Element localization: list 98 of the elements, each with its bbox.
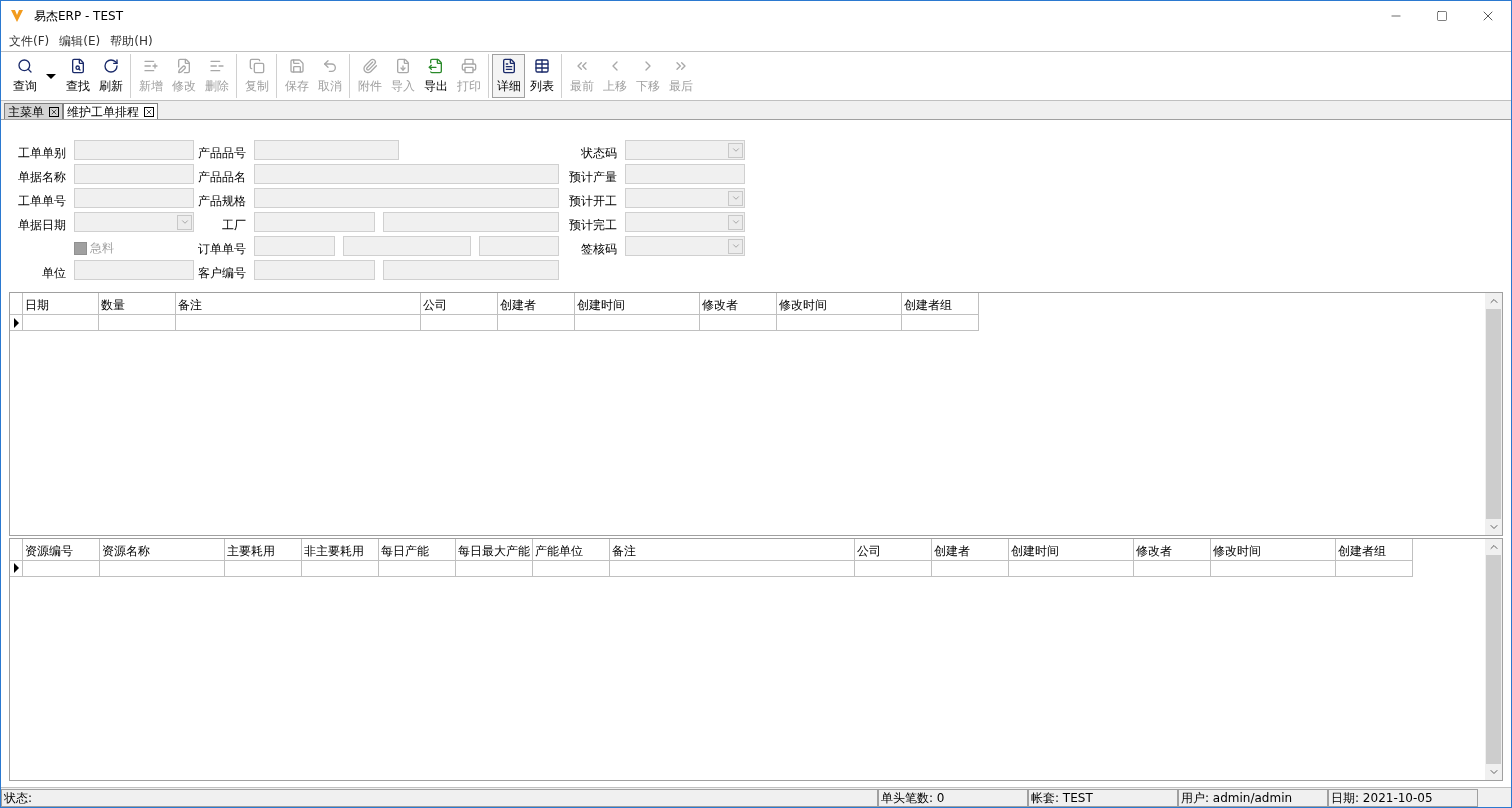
field-label: 订单单号 — [197, 241, 247, 258]
column-header[interactable]: 每日产能 — [379, 538, 456, 561]
column-header[interactable]: 创建时间 — [575, 293, 700, 315]
window-title: 易杰ERP - TEST — [34, 8, 123, 25]
document-icon — [500, 57, 517, 74]
column-header[interactable]: 备注 — [176, 293, 421, 315]
field-label: 产品规格 — [197, 193, 247, 210]
logo-icon — [10, 9, 24, 23]
input-field[interactable] — [74, 164, 194, 184]
toolbar-button[interactable]: 导出 — [419, 54, 452, 98]
toolbar-button[interactable]: 查询 — [8, 54, 41, 98]
caret-icon[interactable] — [46, 73, 56, 79]
field-label: 客户编号 — [197, 265, 247, 282]
column-header[interactable]: 修改时间 — [777, 293, 902, 315]
refresh-icon — [102, 57, 119, 74]
column-header[interactable]: 主要耗用 — [225, 538, 302, 561]
search-icon — [16, 57, 33, 74]
dropdown-field[interactable] — [74, 212, 194, 232]
field-label: 状态码 — [580, 145, 618, 162]
document-edit-icon — [175, 57, 192, 74]
column-header[interactable]: 数量 — [99, 293, 176, 315]
field-label: 工单单别 — [17, 145, 67, 162]
input-field[interactable] — [254, 164, 559, 184]
input-field[interactable] — [383, 212, 559, 232]
paperclip-icon — [361, 57, 378, 74]
status-field: 用户: admin/admin — [1178, 789, 1328, 807]
document-export-icon — [427, 57, 444, 74]
toolbar-button[interactable]: 查找 — [61, 54, 94, 98]
field-label: 预计产量 — [568, 169, 618, 186]
current-row-icon — [13, 317, 19, 328]
document-tab[interactable]: 主菜单 — [4, 103, 63, 119]
toolbar-button[interactable]: 详细 — [492, 54, 525, 98]
column-header[interactable]: 公司 — [421, 293, 498, 315]
field-label: 预计完工 — [568, 217, 618, 234]
column-header[interactable]: 备注 — [610, 538, 855, 561]
field-label: 单据日期 — [17, 217, 67, 234]
input-field[interactable] — [254, 188, 559, 208]
column-header[interactable]: 每日最大产能 — [456, 538, 533, 561]
close-tab-icon[interactable] — [49, 106, 59, 117]
status-field: 帐套: TEST — [1028, 789, 1178, 807]
document-search-icon — [69, 57, 86, 74]
input-field[interactable] — [343, 236, 471, 256]
checkbox-label: 急料 — [90, 240, 114, 257]
input-field[interactable] — [74, 140, 194, 160]
menu-item[interactable]: 帮助(H) — [106, 32, 157, 50]
document-tab[interactable]: 维护工单排程 — [63, 103, 158, 119]
input-field[interactable] — [74, 188, 194, 208]
vertical-scrollbar[interactable] — [1485, 293, 1502, 535]
maximize-icon — [1436, 10, 1448, 22]
status-field: 单头笔数: 0 — [878, 789, 1028, 807]
field-label: 单位 — [41, 265, 67, 282]
column-header[interactable]: 日期 — [23, 293, 99, 315]
field-label: 产品品名 — [197, 169, 247, 186]
menu-item[interactable]: 文件(F) — [5, 32, 54, 50]
table-icon — [533, 57, 550, 74]
column-header[interactable]: 创建者 — [498, 293, 575, 315]
column-header[interactable]: 资源名称 — [100, 538, 225, 561]
dropdown-field[interactable] — [625, 212, 745, 232]
field-label: 产品品号 — [197, 145, 247, 162]
column-header[interactable]: 创建者组 — [902, 293, 979, 315]
close-tab-icon[interactable] — [144, 106, 154, 117]
field-label: 预计开工 — [568, 193, 618, 210]
toolbar-button[interactable]: 刷新 — [94, 54, 127, 98]
input-field[interactable] — [254, 140, 399, 160]
input-field[interactable] — [625, 164, 745, 184]
printer-icon — [460, 57, 477, 74]
dropdown-field[interactable] — [625, 236, 745, 256]
input-field[interactable] — [254, 236, 335, 256]
column-header[interactable]: 资源编号 — [23, 538, 100, 561]
column-header[interactable]: 修改者 — [1134, 538, 1211, 561]
document-down-icon — [394, 57, 411, 74]
input-field[interactable] — [479, 236, 559, 256]
field-label: 签核码 — [580, 241, 618, 258]
column-header[interactable]: 产能单位 — [533, 538, 610, 561]
dropdown-field[interactable] — [625, 188, 745, 208]
column-header[interactable]: 修改时间 — [1211, 538, 1336, 561]
current-row-icon — [13, 563, 19, 573]
field-label: 单据名称 — [17, 169, 67, 186]
column-header[interactable]: 创建者组 — [1336, 538, 1413, 561]
input-field[interactable] — [383, 260, 559, 280]
status-field: 日期: 2021-10-05 — [1328, 789, 1478, 807]
input-field[interactable] — [254, 212, 375, 232]
toolbar-button[interactable]: 列表 — [525, 54, 558, 98]
menu-item[interactable]: 编辑(E) — [55, 32, 105, 50]
column-header[interactable]: 创建时间 — [1009, 538, 1134, 561]
input-field[interactable] — [254, 260, 375, 280]
field-label: 工厂 — [221, 217, 247, 234]
vertical-scrollbar[interactable] — [1485, 538, 1502, 780]
status-field: 状态: — [1, 789, 878, 807]
column-header[interactable]: 创建者 — [932, 538, 1009, 561]
field-label: 工单单号 — [17, 193, 67, 210]
input-field[interactable] — [74, 260, 194, 280]
column-header[interactable]: 修改者 — [700, 293, 777, 315]
copy-icon — [248, 57, 265, 74]
dropdown-field[interactable] — [625, 140, 745, 160]
undo-icon — [321, 57, 338, 74]
column-header[interactable]: 公司 — [855, 538, 932, 561]
column-header[interactable]: 非主要耗用 — [302, 538, 379, 561]
